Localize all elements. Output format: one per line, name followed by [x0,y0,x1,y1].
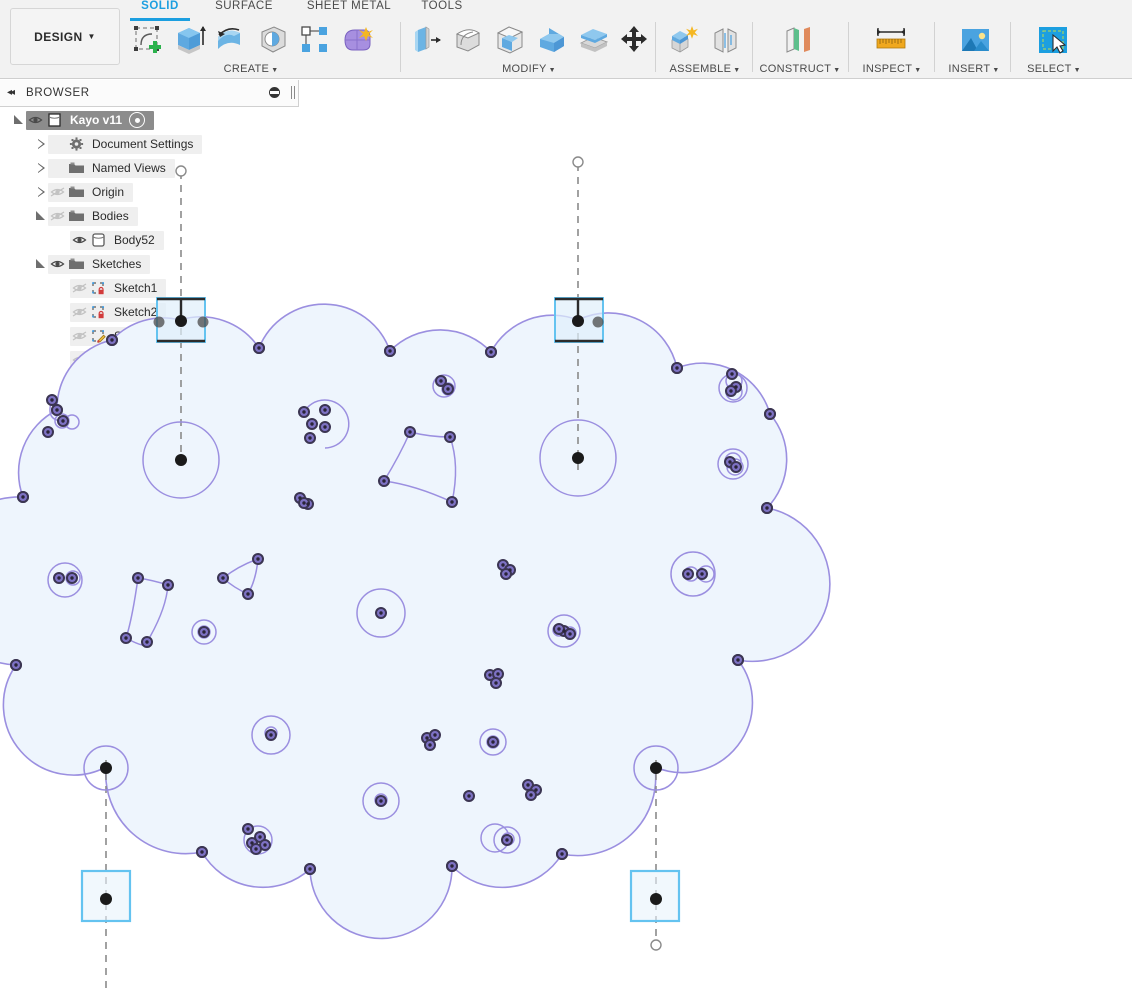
tab-sheet-metal[interactable]: SHEET METAL [294,0,404,18]
ribbon-group-modify-label[interactable]: MODIFY ▼ [404,63,654,75]
move-copy-icon[interactable] [616,20,654,60]
ribbon-group-modify: MODIFY ▼ [404,18,654,79]
ribbon-group-create: CREATE ▼ [126,18,376,79]
ribbon-separator [400,22,401,72]
chevron-down-icon: ▼ [992,67,1000,74]
chevron-down-icon: ▼ [733,67,741,74]
workspace-switcher-label: DESIGN [34,29,83,44]
design-canvas[interactable] [0,80,1132,991]
ribbon-separator [1010,22,1011,72]
ribbon-group-create-label[interactable]: CREATE ▼ [126,63,376,75]
scalloped-cloud-profile[interactable] [0,303,831,940]
tab-tools[interactable]: TOOLS [412,0,472,18]
pattern-icon[interactable] [296,20,334,60]
chevron-down-icon: ▼ [1073,67,1081,74]
ribbon-group-inspect: INSPECT ▼ [852,18,932,79]
ribbon-group-assemble-label[interactable]: ASSEMBLE ▼ [659,63,751,75]
chevron-down-icon: ▼ [87,32,96,41]
chevron-down-icon: ▼ [548,67,556,74]
joint-icon[interactable] [707,20,745,60]
shell-icon[interactable] [491,20,529,60]
chevron-down-icon: ▼ [833,67,841,74]
chevron-down-icon: ▼ [914,67,922,74]
measure-icon[interactable] [872,20,910,60]
ribbon-group-select-label[interactable]: SELECT ▼ [1014,63,1094,75]
ribbon-separator [848,22,849,72]
create-sketch-icon[interactable] [128,20,166,60]
ribbon-group-insert-label[interactable]: INSERT ▼ [938,63,1010,75]
ribbon-group-select: SELECT ▼ [1014,18,1094,79]
insert-image-icon[interactable] [956,20,994,60]
ribbon-separator [655,22,656,72]
select-window-icon[interactable] [1034,20,1072,60]
ribbon-group-inspect-label[interactable]: INSPECT ▼ [852,63,932,75]
ribbon-group-assemble: ASSEMBLE ▼ [659,18,751,79]
ribbon-group-construct: CONSTRUCT ▼ [756,18,844,79]
fillet-icon[interactable] [450,20,488,60]
workspace-switcher-button[interactable]: DESIGN ▼ [10,8,120,65]
ribbon-group-construct-label[interactable]: CONSTRUCT ▼ [756,63,844,75]
revolve-icon[interactable] [212,20,250,60]
new-component-icon[interactable] [665,20,703,60]
extrude-icon[interactable] [170,20,208,60]
sweep-icon[interactable] [254,20,292,60]
press-pull-icon[interactable] [408,20,446,60]
offset-plane-icon[interactable] [780,20,818,60]
ribbon-group-insert: INSERT ▼ [938,18,1010,79]
offset-face-icon[interactable] [575,20,613,60]
tab-solid[interactable]: SOLID [130,0,190,21]
sketch-geometry-svg [0,156,831,991]
combine-icon[interactable] [533,20,571,60]
chevron-down-icon: ▼ [271,67,279,74]
ribbon-toolbar: DESIGN ▼ SOLID SURFACE SHEET METAL TOOLS [0,0,1132,79]
tab-surface[interactable]: SURFACE [204,0,284,18]
ribbon-separator [934,22,935,72]
ribbon-separator [752,22,753,72]
create-form-icon[interactable] [338,20,376,60]
